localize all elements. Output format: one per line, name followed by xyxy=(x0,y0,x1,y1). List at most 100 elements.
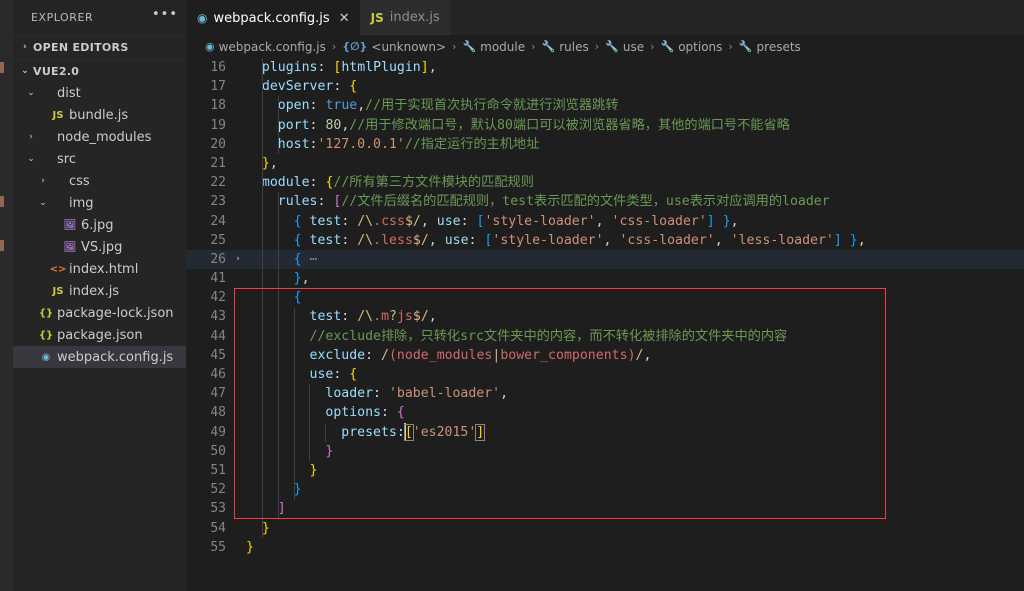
breadcrumb-symbol-icon: 🔧 xyxy=(462,40,477,53)
code-line-52[interactable]: 52 } xyxy=(186,480,1024,499)
code-line-16[interactable]: 16 plugins: [htmlPlugin], xyxy=(186,58,1024,77)
code-text: rules: [//文件后缀名的匹配规则，test表示匹配的文件类型，use表示… xyxy=(277,194,830,210)
fold-expand-icon[interactable]: › xyxy=(230,250,246,269)
breadcrumb-item-webpack-config-js[interactable]: ◉ webpack.config.js xyxy=(205,40,326,54)
tree-item-6-jpg[interactable]: 🖼 6.jpg xyxy=(13,214,186,236)
code-line-41[interactable]: 41 }, xyxy=(186,269,1024,288)
code-line-24[interactable]: 24 { test: /\.css$/, use: ['style-loader… xyxy=(186,212,1024,231)
code-line-53[interactable]: 53 ] xyxy=(186,499,1024,518)
breadcrumb-label: options xyxy=(678,39,723,54)
breadcrumb-item-unknown[interactable]: {∅} <unknown> xyxy=(342,40,446,54)
code-line-42[interactable]: 42 { xyxy=(186,288,1024,307)
line-number: 42 xyxy=(210,290,226,306)
chevron-down-icon: ⌄ xyxy=(27,153,35,164)
code-line-20[interactable]: 20 host:'127.0.0.1'//指定运行的主机地址 xyxy=(186,135,1024,154)
breadcrumb-label: <unknown> xyxy=(371,39,447,54)
tree-item-label: package-lock.json xyxy=(57,305,174,321)
editor-group: ◉ webpack.config.js ✕ JS index.js ◉ webpack.c… xyxy=(186,0,1024,591)
code-text: loader: 'babel-loader', xyxy=(325,386,509,402)
line-number: 21 xyxy=(210,155,226,171)
code-line-43[interactable]: 43 test: /\.m?js$/, xyxy=(186,307,1024,326)
code-line-50[interactable]: 50 } xyxy=(186,442,1024,461)
line-number: 45 xyxy=(210,347,226,363)
sidebar-section-workspace[interactable]: ⌄ VUE2.0 xyxy=(13,59,186,82)
file-type-icon: JS xyxy=(52,285,64,297)
tab-label: webpack.config.js xyxy=(213,10,330,26)
line-number: 26 xyxy=(210,251,226,267)
explorer-sidebar: EXPLORER ••• › OPEN EDITORS ⌄ VUE2.0 ⌄ di… xyxy=(13,0,186,591)
code-line-46[interactable]: 46 use: { xyxy=(186,365,1024,384)
breadcrumb-symbol-icon: 🔧 xyxy=(738,40,753,53)
line-number: 54 xyxy=(210,520,226,536)
breadcrumb-separator-icon: › xyxy=(531,40,536,53)
tree-item-dist[interactable]: ⌄ dist xyxy=(13,82,186,104)
tree-item-index-html[interactable]: <> index.html xyxy=(13,258,186,280)
tree-item-package-lock-json[interactable]: {} package-lock.json xyxy=(13,302,186,324)
code-line-51[interactable]: 51 } xyxy=(186,461,1024,480)
editor-tab-index-js[interactable]: JS index.js xyxy=(359,0,450,35)
code-text: }, xyxy=(261,155,278,171)
tree-item-node-modules[interactable]: › node_modules xyxy=(13,126,186,148)
breadcrumb: ◉ webpack.config.js › {∅} <unknown> › 🔧 module ›… xyxy=(186,35,1024,58)
tree-item-label: img xyxy=(69,195,94,211)
code-text: }, xyxy=(293,271,310,287)
code-line-45[interactable]: 45 exclude: /(node_modules|bower_compone… xyxy=(186,346,1024,365)
code-line-48[interactable]: 48 options: { xyxy=(186,403,1024,422)
code-text: use: { xyxy=(309,367,358,382)
code-text: module: {//所有第三方文件模块的匹配规则 xyxy=(261,175,534,191)
code-line-54[interactable]: 54 } xyxy=(186,519,1024,538)
tree-item-vs-jpg[interactable]: 🖼 VS.jpg xyxy=(13,236,186,258)
breadcrumb-separator-icon: › xyxy=(650,40,655,53)
code-line-44[interactable]: 44 //exclude排除，只转化src文件夹中的内容，而不转化被排除的文件夹… xyxy=(186,327,1024,346)
code-line-21[interactable]: 21 }, xyxy=(186,154,1024,173)
code-line-23[interactable]: 23 rules: [//文件后缀名的匹配规则，test表示匹配的文件类型，us… xyxy=(186,192,1024,211)
breadcrumb-item-module[interactable]: 🔧 module xyxy=(462,40,525,54)
line-number: 55 xyxy=(210,539,226,555)
activity-marker xyxy=(0,196,4,207)
code-line-18[interactable]: 18 open: true,//用于实现首次执行命令就进行浏览器跳转 xyxy=(186,96,1024,115)
breadcrumb-item-presets[interactable]: 🔧 presets xyxy=(739,40,801,54)
open-editors-label: OPEN EDITORS xyxy=(33,40,129,54)
code-text: options: { xyxy=(325,405,405,421)
code-text: } xyxy=(261,520,270,536)
code-line-47[interactable]: 47 loader: 'babel-loader', xyxy=(186,384,1024,403)
code-line-49[interactable]: 49 presets:['es2015'] xyxy=(186,422,1024,442)
close-icon[interactable]: ✕ xyxy=(339,12,350,25)
file-type-icon: {} xyxy=(38,307,54,319)
more-actions-icon[interactable]: ••• xyxy=(152,8,178,25)
code-lines[interactable]: 16 plugins: [htmlPlugin], 17 devServer: {… xyxy=(186,58,1024,591)
tree-item-package-json[interactable]: {} package.json xyxy=(13,324,186,346)
code-text: test: /\.m?js$/, xyxy=(309,309,437,325)
breadcrumb-separator-icon: › xyxy=(452,40,457,53)
code-text: } xyxy=(246,539,254,555)
tree-item-css[interactable]: › css xyxy=(13,170,186,192)
line-number: 17 xyxy=(210,79,226,95)
tree-item-img[interactable]: ⌄ img xyxy=(13,192,186,214)
breadcrumb-label: rules xyxy=(559,39,589,54)
tree-item-src[interactable]: ⌄ src xyxy=(13,148,186,170)
code-line-19[interactable]: 19 port: 80,//用于修改端口号，默认80端口可以被浏览器省略，其他的… xyxy=(186,116,1024,135)
editor-tab-webpack-config-js[interactable]: ◉ webpack.config.js ✕ xyxy=(186,0,360,35)
tree-item-index-js[interactable]: JS index.js xyxy=(13,280,186,302)
breadcrumb-symbol-icon: ◉ xyxy=(205,40,215,53)
breadcrumb-item-options[interactable]: 🔧 options xyxy=(661,40,723,54)
line-number: 41 xyxy=(210,271,226,287)
code-text: ] xyxy=(277,501,286,517)
sidebar-section-open-editors[interactable]: › OPEN EDITORS xyxy=(13,35,186,58)
line-number: 16 xyxy=(210,60,226,75)
code-text: { xyxy=(293,290,302,306)
line-number: 19 xyxy=(210,117,226,133)
tree-item-bundle-js[interactable]: JS bundle.js xyxy=(13,104,186,126)
code-editor[interactable]: 16 plugins: [htmlPlugin], 17 devServer: {… xyxy=(186,58,1024,591)
tree-item-label: index.js xyxy=(69,283,120,299)
code-line-17[interactable]: 17 devServer: { xyxy=(186,77,1024,96)
code-line-26[interactable]: 26 › { ⋯ xyxy=(186,249,1024,270)
tree-item-webpack-config-js[interactable]: ◉ webpack.config.js xyxy=(13,346,186,368)
breadcrumb-item-use[interactable]: 🔧 use xyxy=(605,40,644,54)
code-line-22[interactable]: 22 module: {//所有第三方文件模块的匹配规则 xyxy=(186,173,1024,192)
breadcrumb-item-rules[interactable]: 🔧 rules xyxy=(542,40,589,54)
code-line-55[interactable]: 55} xyxy=(186,538,1024,557)
line-number: 44 xyxy=(210,328,226,344)
code-line-25[interactable]: 25 { test: /\.less$/, use: ['style-loade… xyxy=(186,231,1024,250)
line-number: 50 xyxy=(210,443,226,459)
